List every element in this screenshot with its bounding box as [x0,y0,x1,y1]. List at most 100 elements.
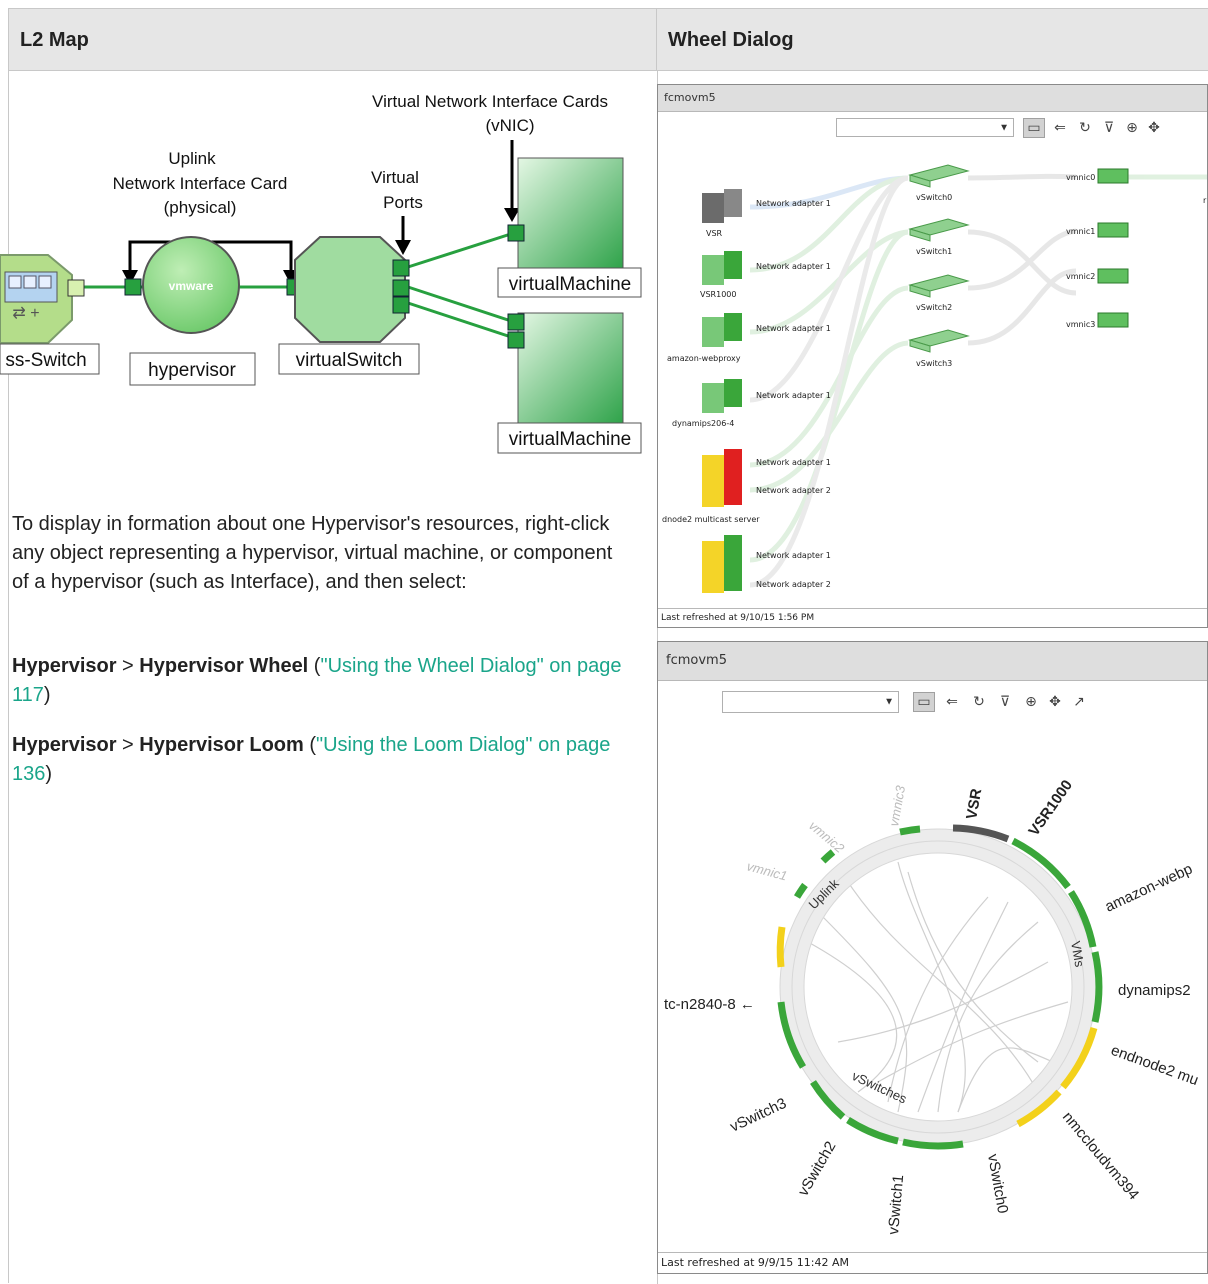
nic-label-3: vmnic3 [1066,320,1095,329]
l2-map-diagram: Virtual Network Interface Cards (vNIC) U… [0,92,642,454]
vm-node-amazon [702,313,742,347]
loom-vm-nodes [702,189,742,593]
wheel-filter-dropdown[interactable]: ▼ [722,691,899,713]
intro-paragraph: To display in formation about one Hyperv… [12,513,613,593]
vmware-logo: vmware [169,279,214,293]
loom-last-refreshed: Last refreshed at 9/10/15 1:56 PM [661,613,815,623]
loom-menu-name: Hypervisor [12,734,117,756]
chevron-down-icon: ▼ [884,696,894,708]
header-l2-map: L2 Map [9,9,657,71]
loom-toolbar: ▼ ▭ ⇐ ↻ ⊽ ⊕ ✥ [658,115,1207,141]
wheel-label-tc: tc-n2840-8 ← [664,996,755,1013]
wheel-label-endnode: endnode2 mu [1109,1042,1201,1089]
zoom-in-icon[interactable]: ⊕ [1121,118,1143,138]
vm-label-vsr1000: VSR1000 [700,290,736,299]
wheel-graph: VSR VSR1000 amazon-webp dynamips2 endnod… [664,777,1201,1235]
wheel-toolbar: ▼ ▭ ⇐ ↻ ⊽ ⊕ ✥ ↗ [658,688,1207,716]
cross-switch-label: ss-Switch [5,350,86,371]
pan-icon[interactable]: ✥ [1044,692,1066,712]
vm-node-vsr1000 [702,251,742,285]
virtual-machine-node-2 [507,312,624,424]
loom-screenshot: fcmovm5 ▼ ▭ ⇐ ↻ ⊽ ⊕ ✥ VSR VSR1000 amazon… [657,84,1208,628]
wheel-title: fcmovm5 [666,653,727,668]
vm-label-dynamips: dynamips206-4 [672,419,734,428]
virtual-machine-node-1 [507,157,624,269]
wheel-label-vmnic1: vmnic1 [745,858,789,883]
adapter-label: Network adapter 1 [756,551,831,560]
loom-curves [749,173,1207,588]
wheel-label-vswitch3: vSwitch3 [728,1095,790,1136]
uplink-caption-line1: Uplink [168,149,216,168]
virtual-switch-node [294,236,410,343]
refresh-icon[interactable]: ↻ [1074,118,1096,138]
wheel-label-dynamips: dynamips2 [1118,982,1191,999]
header-wheel-dialog: Wheel Dialog [657,9,1208,71]
virtual-machine-label-2: virtualMachine [509,429,632,450]
nic-label-1: vmnic1 [1066,227,1095,236]
refresh-icon[interactable]: ↻ [968,692,990,712]
vm-label-amazon: amazon-webproxy [667,354,741,363]
wheel-label-amazon: amazon-webp [1103,860,1196,915]
pan-icon[interactable]: ✥ [1143,118,1165,138]
vnic-caption-line2: (vNIC) [485,116,534,135]
wheel-menu-item: Hypervisor > Hypervisor Wheel ("Using th… [12,652,632,710]
wheel-menu-name: Hypervisor [12,655,117,677]
wheel-chords [807,861,1069,1113]
cross-switch-node: ⇄ + [0,254,85,344]
filter-icon[interactable]: ⊽ [994,692,1016,712]
wheel-open-paren: ( [308,655,321,677]
vm-label-vsr: VSR [706,229,723,238]
loom-footer: Last refreshed at 9/10/15 1:56 PM [658,608,1207,627]
vm-node-vsr [702,189,742,223]
loom-menu-item: Hypervisor > Hypervisor Loom ("Using the… [12,731,632,789]
vnic-caption-line1: Virtual Network Interface Cards [372,92,608,111]
adapter-label: Network adapter 2 [756,580,831,589]
nic-label-2: vmnic2 [1066,272,1095,281]
vports-caption-line2: Ports [383,193,423,212]
wheel-label-nmc: nmccloudvm394 [1059,1109,1142,1204]
edge-letter: r [1203,196,1207,205]
uplink-caption-line3: (physical) [164,198,237,217]
virtual-machine-label-1: virtualMachine [509,274,632,295]
wheel-footer: Last refreshed at 9/9/15 11:42 AM [658,1252,1207,1273]
wheel-label-vswitch1: vSwitch1 [885,1174,907,1235]
expand-icon[interactable]: ↗ [1068,692,1090,712]
plug-icon[interactable]: ⇐ [1049,118,1071,138]
vm-node-nmc [702,535,742,593]
loom-nic-nodes [1097,168,1129,328]
chevron-down-icon: ▼ [999,122,1009,133]
wheel-label-vsr: VSR [963,787,985,820]
adapter-label: Network adapter 1 [756,199,831,208]
hypervisor-label: hypervisor [148,360,236,381]
filter-icon[interactable]: ⊽ [1098,118,1120,138]
tooltip-toggle-icon[interactable]: ▭ [1023,118,1045,138]
wheel-screenshot: fcmovm5 ▼ ▭ ⇐ ↻ ⊽ ⊕ ✥ ↗ VSR VSR1000 amaz… [657,641,1208,1274]
plug-icon[interactable]: ⇐ [941,692,963,712]
wheel-nic-text: vmnic3 vmnic2 vmnic1 [745,784,908,884]
wheel-menu-separator: > [116,655,140,677]
adapter-label: Network adapter 1 [756,262,831,271]
loom-open-paren: ( [303,734,316,756]
zoom-in-icon[interactable]: ⊕ [1020,692,1042,712]
loom-title-bar: fcmovm5 [658,85,1207,112]
loom-menu-separator: > [116,734,140,756]
virtual-switch-label: virtualSwitch [296,350,403,371]
adapter-label: Network adapter 1 [756,391,831,400]
loom-command-name: Hypervisor Loom [139,734,304,756]
wheel-label-vswitch0: vSwitch0 [984,1153,1011,1215]
tooltip-toggle-icon[interactable]: ▭ [913,692,935,712]
adapter-label: Network adapter 2 [756,486,831,495]
loom-filter-dropdown[interactable]: ▼ [836,118,1014,137]
loom-graph: VSR VSR1000 amazon-webproxy dynamips206-… [662,164,1207,593]
adapter-label: Network adapter 1 [756,458,831,467]
vm-label-endnode: dnode2 multicast server [662,515,760,524]
hypervisor-node: vmware [124,236,304,334]
switch-label-2: vSwitch2 [916,303,952,312]
wheel-label-vswitch2: vSwitch2 [795,1139,840,1199]
switch-label-0: vSwitch0 [916,193,952,202]
wheel-title-bar: fcmovm5 [658,642,1207,681]
switch-label-3: vSwitch3 [916,359,952,368]
vm-node-endnode [702,449,742,507]
vm-node-dynamips [702,379,742,413]
loom-title: fcmovm5 [664,91,716,104]
